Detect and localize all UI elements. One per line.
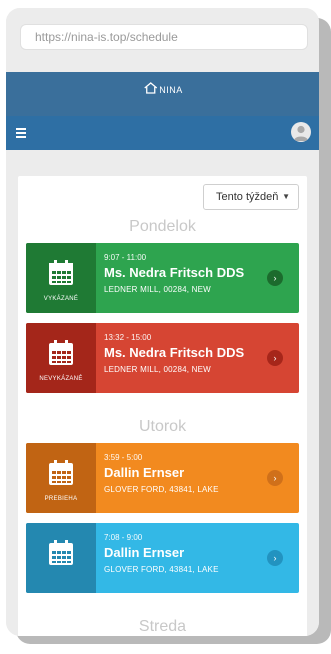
event-status: PREBIEHA [26,443,96,513]
status-label: VYKÁZANÉ [43,295,79,302]
brand-name: NINA [159,85,183,95]
user-avatar-icon[interactable] [291,122,311,142]
event-info: 13:32 - 15:00 Ms. Nedra Fritsch DDS LEDN… [104,333,259,376]
caret-down-icon: ▼ [282,192,290,201]
event-time: 3:59 - 5:00 [104,453,143,462]
content-area: Tento týždeň ▼ Pondelok VYKÁZANÉ 9:07 - … [6,150,319,636]
event-time: 9:07 - 11:00 [104,253,147,262]
event-name: Ms. Nedra Fritsch DDS [104,265,245,280]
app-header: NINA [6,72,319,116]
event-card[interactable]: PREBIEHA 3:59 - 5:00 Dallin Ernser GLOVE… [26,443,299,513]
event-card[interactable]: 7:08 - 9:00 Dallin Ernser GLOVER FORD, 4… [26,523,299,593]
day-heading-streda: Streda [138,618,187,635]
event-name: Dallin Ernser [104,545,185,560]
chevron-right-icon[interactable]: › [267,470,283,486]
event-address: GLOVER FORD, 43841, LAKE [104,485,219,494]
event-address: LEDNER MILL, 00284, NEW [104,365,211,374]
event-name: Dallin Ernser [104,465,185,480]
event-card[interactable]: NEVYKÁZANÉ 13:32 - 15:00 Ms. Nedra Frits… [26,323,299,393]
menu-icon[interactable] [16,128,26,138]
calendar-icon [49,259,73,285]
event-info: 7:08 - 9:00 Dallin Ernser GLOVER FORD, 4… [104,533,259,576]
event-address: GLOVER FORD, 43841, LAKE [104,565,219,574]
event-info: 9:07 - 11:00 Ms. Nedra Fritsch DDS LEDNE… [104,253,259,296]
day-heading-pondelok: Pondelok [129,218,196,235]
address-bar[interactable]: https://nina-is.top/schedule [20,24,308,50]
event-info: 3:59 - 5:00 Dallin Ernser GLOVER FORD, 4… [104,453,259,496]
chevron-right-icon[interactable]: › [267,270,283,286]
event-address: LEDNER MILL, 00284, NEW [104,285,211,294]
status-label: PREBIEHA [44,495,78,502]
day-heading-utorok: Utorok [138,418,187,435]
event-card[interactable]: VYKÁZANÉ 9:07 - 11:00 Ms. Nedra Fritsch … [26,243,299,313]
schedule-panel: Tento týždeň ▼ Pondelok VYKÁZANÉ 9:07 - … [18,176,307,636]
house-logo-icon [143,82,157,94]
status-label: NEVYKÁZANÉ [39,375,83,382]
calendar-icon [49,539,73,565]
event-time: 13:32 - 15:00 [104,333,152,342]
event-status [26,523,96,593]
chevron-right-icon[interactable]: › [267,550,283,566]
event-status: NEVYKÁZANÉ [26,323,96,393]
event-name: Ms. Nedra Fritsch DDS [104,345,245,360]
event-status: VYKÁZANÉ [26,243,96,313]
chevron-right-icon[interactable]: › [267,350,283,366]
week-select[interactable]: Tento týždeň ▼ [203,184,299,210]
brand-logo: NINA [142,81,183,95]
nav-bar [6,116,319,150]
calendar-icon [49,339,73,365]
device-frame: https://nina-is.top/schedule NINA Tento … [6,8,319,636]
calendar-icon [49,459,73,485]
week-select-value: Tento týždeň [216,191,279,203]
event-time: 7:08 - 9:00 [104,533,143,542]
browser-chrome: https://nina-is.top/schedule [6,8,319,72]
